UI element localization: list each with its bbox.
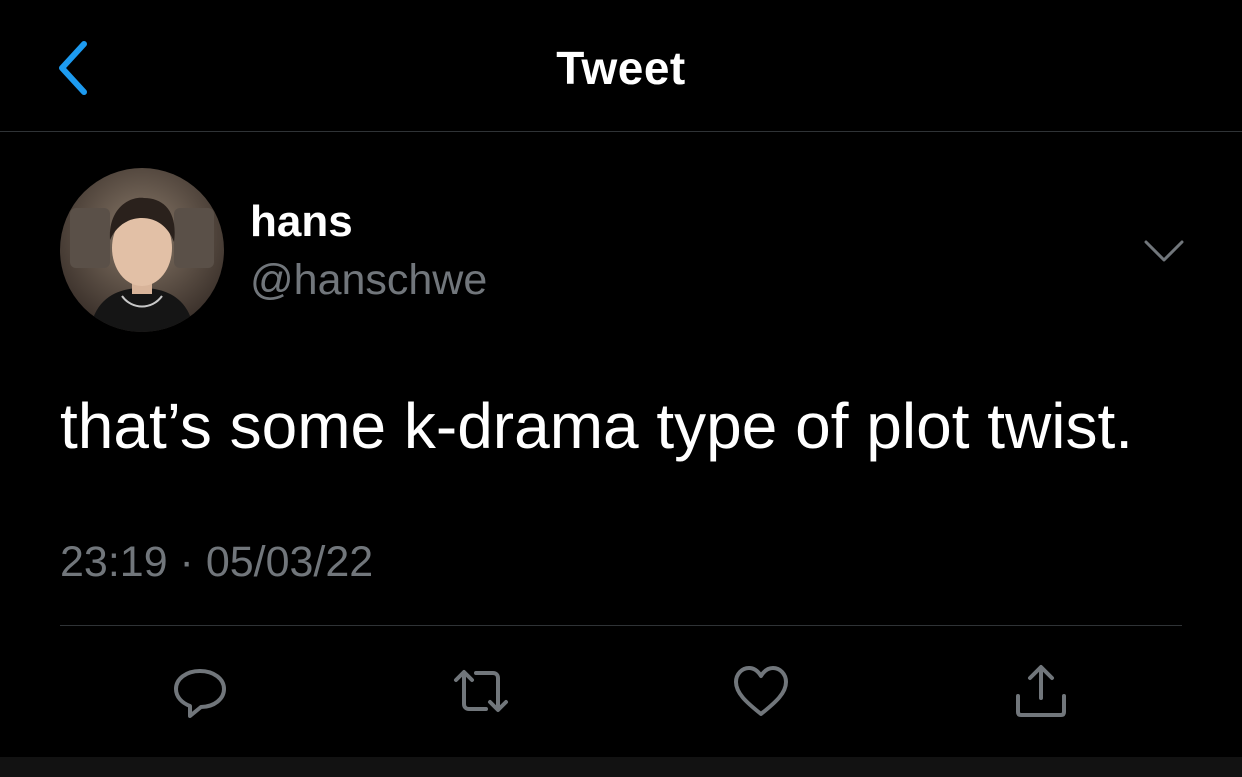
divider [60, 625, 1182, 626]
nav-bar: Tweet [0, 0, 1242, 132]
like-button[interactable] [726, 656, 796, 726]
bottom-strip [0, 757, 1242, 777]
retweet-button[interactable] [446, 656, 516, 726]
share-button[interactable] [1006, 656, 1076, 726]
more-options-button[interactable] [1140, 232, 1188, 272]
avatar[interactable] [60, 168, 224, 332]
reply-button[interactable] [165, 656, 235, 726]
author-handle[interactable]: @hanschwe [250, 254, 487, 306]
share-icon [1016, 665, 1066, 717]
tweet-text: that’s some k-drama type of plot twist. [60, 390, 1134, 462]
author-name[interactable]: hans [250, 196, 353, 248]
chevron-down-icon [1144, 240, 1184, 262]
page-title: Tweet [556, 42, 686, 94]
heart-icon [734, 666, 788, 716]
retweet-icon [454, 670, 508, 712]
tweet-timestamp[interactable]: 23:19 · 05/03/22 [60, 534, 373, 590]
avatar-image [60, 168, 224, 332]
reply-icon [174, 669, 226, 718]
